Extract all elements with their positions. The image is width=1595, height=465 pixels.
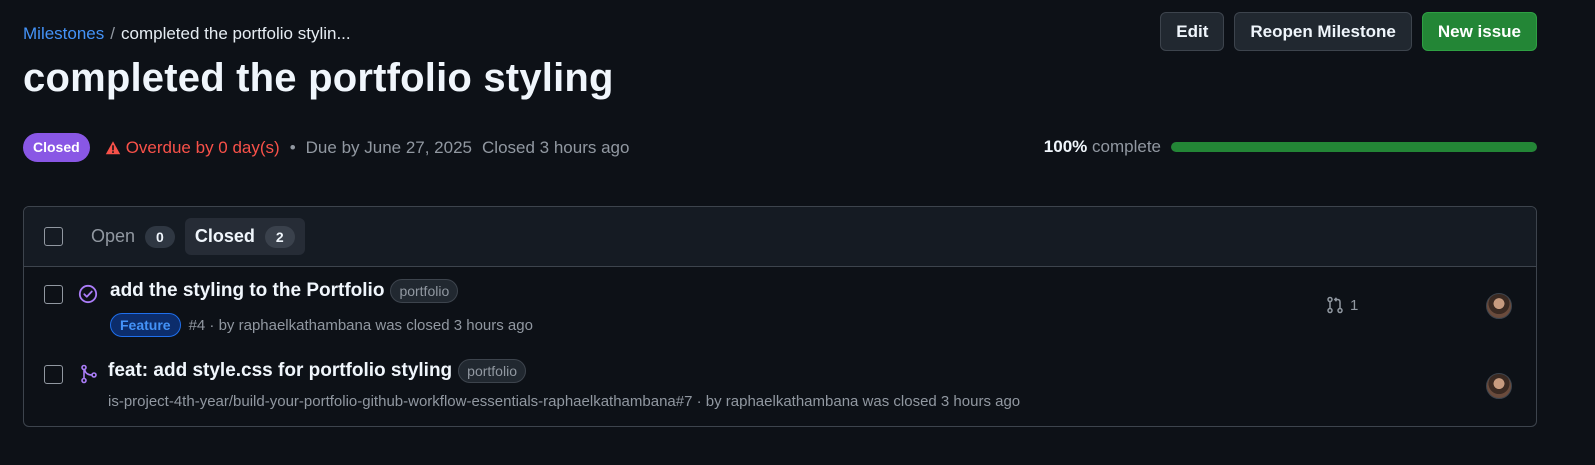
label-badge[interactable]: portfolio [458,359,526,383]
edit-button[interactable]: Edit [1160,12,1225,51]
issue-list-header: Open 0 Closed 2 [24,207,1536,267]
due-date: Due by June 27, 2025 [305,137,473,157]
breadcrumb: Milestones / completed the portfolio sty… [23,24,351,44]
progress-percent: 100% [1043,137,1088,156]
tab-closed-label: Closed [194,226,255,246]
row-checkbox[interactable] [44,365,63,384]
item-meta-text: #4 · by raphaelkathambana was closed 3 h… [188,316,533,334]
item-title-link[interactable]: feat: add style.css for portfolio stylin… [108,360,452,382]
issue-list: Open 0 Closed 2 add the styling to the P… [23,206,1537,427]
breadcrumb-separator: / [110,24,115,43]
status-badge: Closed [23,133,90,162]
label-badge[interactable]: portfolio [390,279,459,303]
issue-type-badge: Feature [110,313,181,337]
avatar[interactable] [1486,373,1512,399]
meta-separator: • [289,137,296,157]
item-subtitle: is-project-4th-year/build-your-portfolio… [108,393,1020,410]
item-subtitle: Feature #4 · by raphaelkathambana was cl… [110,313,533,337]
header-actions: Edit Reopen Milestone New issue [1160,12,1537,51]
tab-closed-count: 2 [264,225,295,248]
item-title-row: add the styling to the Portfolio portfol… [110,279,459,303]
new-issue-button[interactable]: New issue [1421,12,1537,51]
row-checkbox[interactable] [44,285,63,304]
tab-open-count: 0 [145,225,175,248]
linked-pr-count: 1 [1350,296,1359,314]
linked-pull-requests[interactable]: 1 [1326,296,1358,314]
progress-label: complete [1092,137,1161,156]
pull-request-icon [1327,296,1343,314]
list-item: feat: add style.css for portfolio stylin… [24,347,1536,426]
progress-bar [1171,142,1537,152]
overdue-notice: Overdue by 0 day(s) [105,138,280,158]
avatar[interactable] [1486,293,1512,319]
progress-fill [1171,142,1537,152]
milestone-progress: 100% complete [1044,137,1537,157]
overdue-text: Overdue by 0 day(s) [125,137,280,157]
closed-time: Closed 3 hours ago [482,137,630,157]
item-title-row: feat: add style.css for portfolio stylin… [108,359,526,383]
milestone-meta: Closed Overdue by 0 day(s) • Due by June… [23,133,629,162]
item-meta-text: is-project-4th-year/build-your-portfolio… [108,393,1021,410]
list-item: add the styling to the Portfolio portfol… [24,267,1536,347]
breadcrumb-milestones-link[interactable]: Milestones [23,24,104,44]
tab-open[interactable]: Open 0 [81,218,185,255]
select-all-checkbox[interactable] [44,227,63,246]
tab-open-label: Open [91,226,136,246]
git-merge-icon [80,364,98,389]
issue-closed-icon [78,284,98,309]
breadcrumb-current: completed the portfolio stylin... [121,24,351,43]
item-title-link[interactable]: add the styling to the Portfolio [110,280,384,302]
page-title: completed the portfolio styling [23,56,614,100]
reopen-milestone-button[interactable]: Reopen Milestone [1234,12,1412,51]
alert-icon [105,140,120,154]
tab-closed[interactable]: Closed 2 [184,218,305,255]
